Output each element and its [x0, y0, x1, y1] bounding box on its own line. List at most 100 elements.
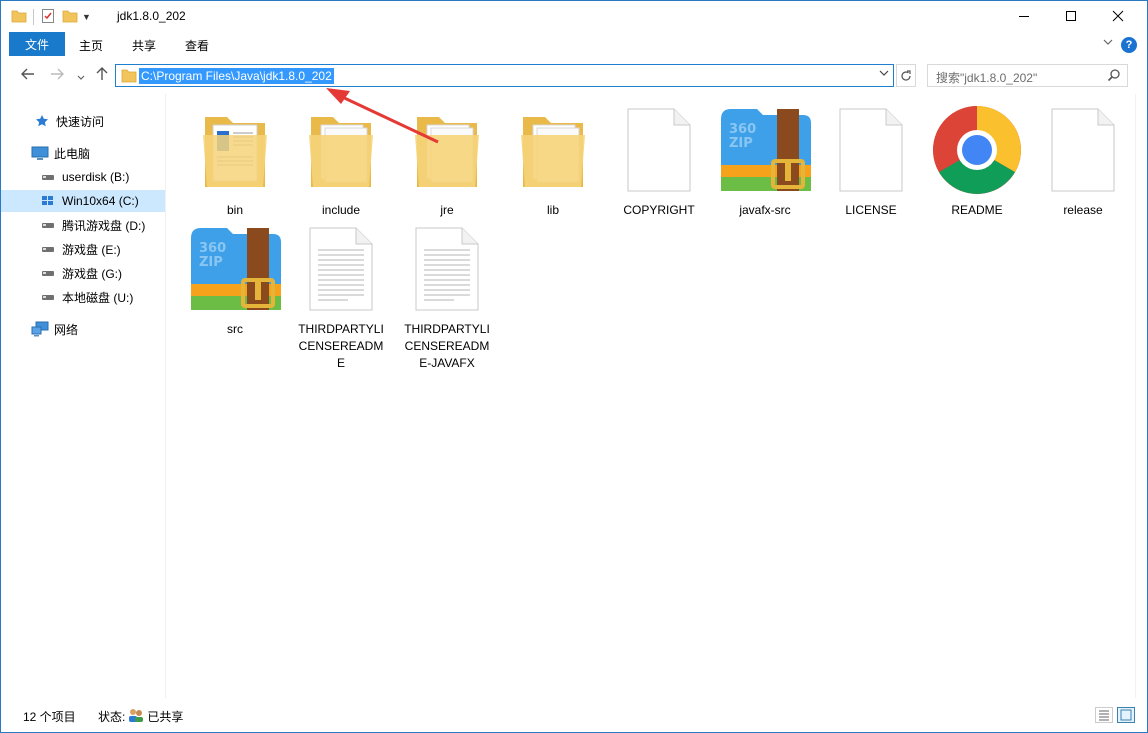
file-name: THIRDPARTYLICENSEREADME-JAVAFX — [404, 322, 490, 370]
drive-icon — [39, 169, 57, 185]
sidebar-item-network[interactable]: 网络 — [1, 318, 165, 340]
recent-locations-button[interactable] — [77, 69, 85, 85]
drive-icon — [39, 217, 57, 233]
drive-icon — [39, 289, 57, 305]
file-item-readme[interactable]: README — [929, 102, 1025, 219]
maximize-button[interactable] — [1048, 1, 1094, 31]
back-button[interactable] — [21, 67, 35, 84]
folder-icon — [121, 69, 137, 86]
up-button[interactable] — [95, 67, 109, 84]
file-icon — [1035, 102, 1131, 198]
zip-archive-icon: 360 ZIP — [717, 102, 813, 198]
file-item-include[interactable]: include — [293, 102, 389, 219]
sidebar-item-label: 快速访问 — [56, 114, 105, 129]
share-state: 状态: 已共享 — [98, 708, 183, 725]
minimize-icon — [1019, 15, 1029, 17]
sidebar-item-label: 本地磁盘 (U:) — [62, 290, 134, 305]
tab-view[interactable]: 查看 — [185, 37, 209, 54]
chevron-down-icon — [77, 75, 85, 80]
file-item-license[interactable]: LICENSE — [823, 102, 919, 219]
sidebar-item-drive-c[interactable]: Win10x64 (C:) — [1, 190, 165, 212]
close-icon — [1112, 10, 1124, 22]
details-view-icon — [1099, 710, 1109, 721]
toolbar-separator — [33, 9, 34, 25]
properties-icon[interactable] — [40, 8, 56, 27]
folder-icon — [505, 102, 601, 198]
tab-home[interactable]: 主页 — [79, 37, 103, 54]
file-name: jre — [440, 203, 454, 217]
explorer-window: ▼ jdk1.8.0_202 文件 主页 共享 查看 ? C:\Program … — [0, 0, 1148, 733]
address-bar[interactable]: C:\Program Files\Java\jdk1.8.0_202 — [115, 64, 894, 87]
text-file-icon — [293, 221, 389, 317]
search-placeholder: 搜索"jdk1.8.0_202" — [936, 71, 1038, 85]
file-item-src[interactable]: 360 ZIP src — [187, 221, 283, 338]
help-icon[interactable]: ? — [1121, 37, 1137, 53]
address-history-chevron-icon[interactable] — [879, 68, 889, 81]
text-file-icon — [399, 221, 495, 317]
sidebar-item-drive-g[interactable]: 游戏盘 (G:) — [1, 262, 165, 284]
sidebar-item-quick-access[interactable]: 快速访问 — [1, 110, 165, 132]
windows-drive-icon — [39, 193, 57, 209]
file-item-javafx-src[interactable]: 360 ZIP javafx-src — [717, 102, 813, 219]
sidebar-item-label: 腾讯游戏盘 (D:) — [62, 218, 146, 233]
svg-text:ZIP: ZIP — [729, 136, 753, 151]
file-item-thirdpartylicensereadme-javafx[interactable]: THIRDPARTYLICENSEREADME-JAVAFX — [399, 221, 495, 372]
quick-access-toolbar: ▼ — [11, 7, 91, 27]
large-icons-view-icon — [1120, 709, 1132, 721]
file-icon — [823, 102, 919, 198]
details-view-button[interactable] — [1095, 707, 1113, 723]
ribbon-tabs: 文件 主页 共享 查看 ? — [1, 32, 1147, 57]
sidebar-item-drive-d[interactable]: 腾讯游戏盘 (D:) — [1, 214, 165, 236]
file-item-jre[interactable]: jre — [399, 102, 495, 219]
expand-ribbon-chevron-icon[interactable] — [1102, 36, 1114, 51]
new-folder-icon[interactable] — [62, 8, 78, 27]
large-icons-view-button[interactable] — [1117, 707, 1135, 723]
file-name: include — [321, 203, 361, 217]
state-label: 状态: — [98, 710, 126, 724]
minimize-button[interactable] — [1001, 1, 1047, 31]
forward-arrow-icon — [51, 68, 64, 80]
refresh-button[interactable] — [896, 64, 916, 87]
zip-archive-icon: 360 ZIP — [187, 221, 283, 317]
customize-toolbar-chevron-icon[interactable]: ▼ — [82, 12, 91, 22]
tab-file[interactable]: 文件 — [9, 32, 65, 56]
network-icon — [31, 321, 49, 337]
file-item-bin[interactable]: bin — [187, 102, 283, 219]
status-bar: 12 个项目 状态: 已共享 — [1, 703, 1147, 728]
window-title: jdk1.8.0_202 — [117, 9, 186, 23]
file-name: bin — [226, 203, 243, 217]
file-item-thirdpartylicensereadme[interactable]: THIRDPARTYLICENSEREADME — [293, 221, 389, 372]
sidebar-item-label: 游戏盘 (E:) — [62, 242, 121, 257]
sidebar-item-label: 此电脑 — [54, 146, 91, 161]
address-path[interactable]: C:\Program Files\Java\jdk1.8.0_202 — [139, 68, 334, 84]
search-box[interactable]: 搜索"jdk1.8.0_202" — [927, 64, 1128, 87]
sidebar-item-drive-b[interactable]: userdisk (B:) — [1, 166, 165, 188]
search-icon[interactable] — [1107, 68, 1121, 85]
back-arrow-icon — [21, 68, 34, 80]
file-item-copyright[interactable]: COPYRIGHT — [611, 102, 707, 219]
svg-text:360: 360 — [729, 122, 756, 137]
item-count: 12 个项目 — [23, 710, 76, 724]
tab-share[interactable]: 共享 — [132, 37, 156, 54]
svg-text:ZIP: ZIP — [199, 255, 223, 270]
sidebar-item-this-pc[interactable]: 此电脑 — [1, 142, 165, 164]
close-button[interactable] — [1095, 1, 1141, 31]
drive-icon — [39, 241, 57, 257]
state-value: 已共享 — [147, 710, 184, 724]
drive-icon — [39, 265, 57, 281]
file-name: javafx-src — [739, 203, 791, 217]
sidebar-item-drive-e[interactable]: 游戏盘 (E:) — [1, 238, 165, 260]
forward-button[interactable] — [50, 67, 64, 84]
computer-icon — [31, 145, 49, 161]
vertical-scrollbar[interactable] — [1135, 94, 1147, 698]
file-name: README — [951, 203, 1003, 217]
sidebar-item-drive-u[interactable]: 本地磁盘 (U:) — [1, 286, 165, 308]
file-name: lib — [546, 203, 559, 217]
title-bar: ▼ jdk1.8.0_202 — [1, 1, 1147, 32]
file-item-release[interactable]: release — [1035, 102, 1131, 219]
sidebar-item-label: userdisk (B:) — [62, 170, 130, 184]
sidebar-item-label: 网络 — [54, 322, 79, 337]
chrome-icon — [929, 102, 1025, 198]
file-item-lib[interactable]: lib — [505, 102, 601, 219]
file-name: release — [1063, 203, 1103, 217]
